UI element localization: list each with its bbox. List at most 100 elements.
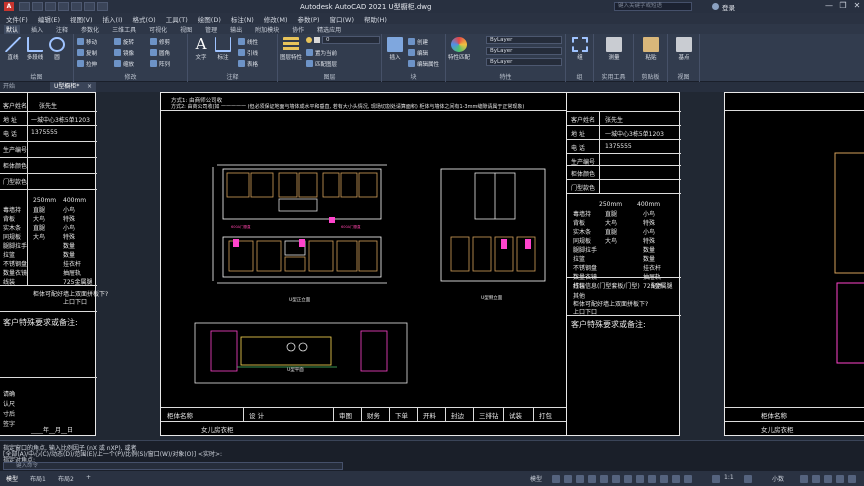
menu-window[interactable]: 窗口(W)	[329, 14, 354, 24]
circle-tool[interactable]: 圆	[46, 37, 68, 61]
insert-block-tool[interactable]: 插入	[384, 37, 406, 61]
set-current-tool[interactable]: 置为当前	[306, 48, 337, 57]
draw-panel-label[interactable]: 绘图	[0, 72, 73, 81]
restore-button[interactable]: ❐	[836, 0, 850, 13]
save-as-icon[interactable]	[58, 2, 69, 11]
quick-properties-icon[interactable]	[800, 475, 808, 483]
groups-panel-label[interactable]: 组	[566, 72, 593, 81]
tab-annotate[interactable]: 注释	[54, 25, 70, 34]
menu-tools[interactable]: 工具(T)	[166, 14, 188, 24]
color-dropdown[interactable]: ByLayer	[486, 36, 562, 44]
line-tool[interactable]: 直线	[2, 37, 24, 61]
search-input[interactable]: 键入关键字或短语	[614, 2, 692, 11]
tab-featured-apps[interactable]: 精选应用	[315, 25, 343, 34]
sun-icon[interactable]	[314, 37, 320, 43]
layer-properties-tool[interactable]: 图层特性	[280, 37, 302, 61]
save-icon[interactable]	[45, 2, 56, 11]
add-layout-button[interactable]: +	[86, 474, 91, 481]
tab-manage[interactable]: 管理	[203, 25, 219, 34]
model-space-label[interactable]: 模型	[530, 474, 542, 483]
menu-view[interactable]: 视图(V)	[70, 14, 93, 24]
properties-panel-label[interactable]: 特性	[446, 72, 565, 81]
edit-block-tool[interactable]: 编辑	[408, 48, 428, 57]
lineweight-dropdown[interactable]: ByLayer	[486, 58, 562, 66]
annotation-monitor-icon[interactable]	[684, 475, 692, 483]
copy-tool[interactable]: 复制	[77, 48, 97, 57]
tab-output[interactable]: 输出	[228, 25, 244, 34]
menu-dimension[interactable]: 标注(N)	[231, 14, 254, 24]
isolate-objects-icon[interactable]	[812, 475, 820, 483]
tab-addins[interactable]: 附加模块	[253, 25, 281, 34]
rotate-tool[interactable]: 旋转	[114, 37, 134, 46]
menu-format[interactable]: 格式(O)	[133, 14, 156, 24]
view-panel-label[interactable]: 视图	[668, 72, 699, 81]
menu-parametric[interactable]: 参数(P)	[297, 14, 319, 24]
tab-collaborate[interactable]: 协作	[290, 25, 306, 34]
close-button[interactable]: ✕	[850, 0, 864, 13]
tab-parametric[interactable]: 参数化	[79, 25, 101, 34]
utilities-panel-label[interactable]: 实用工具	[594, 72, 633, 81]
block-panel-label[interactable]: 块	[382, 72, 445, 81]
move-tool[interactable]: 移动	[77, 37, 97, 46]
menu-draw[interactable]: 绘图(D)	[198, 14, 221, 24]
leader-tool[interactable]: 引线	[238, 48, 258, 57]
menu-file[interactable]: 文件(F)	[6, 14, 28, 24]
annotation-panel-label[interactable]: 注释	[188, 72, 277, 81]
open-icon[interactable]	[32, 2, 43, 11]
fillet-tool[interactable]: 圆角	[150, 48, 170, 57]
gizmo-icon[interactable]	[672, 475, 680, 483]
menu-modify[interactable]: 修改(M)	[264, 14, 288, 24]
group-tool[interactable]: 组	[569, 37, 591, 61]
scale-label[interactable]: 1:1	[724, 474, 734, 481]
table-tool[interactable]: 表格	[238, 59, 258, 68]
osnap-icon[interactable]	[600, 475, 608, 483]
sign-in-link[interactable]: 登录	[722, 2, 735, 12]
mirror-tool[interactable]: 镜像	[114, 48, 134, 57]
tab-3d-tools[interactable]: 三维工具	[110, 25, 138, 34]
scale-tool[interactable]: 缩放	[114, 59, 134, 68]
layers-panel-label[interactable]: 图层	[278, 72, 381, 81]
polar-icon[interactable]	[588, 475, 596, 483]
undo-icon[interactable]	[84, 2, 95, 11]
transparency-icon[interactable]	[624, 475, 632, 483]
trim-tool[interactable]: 修剪	[150, 37, 170, 46]
autocad-logo[interactable]: A	[0, 0, 18, 13]
basepoint-tool[interactable]: 基点	[673, 37, 695, 61]
customization-icon[interactable]	[848, 475, 856, 483]
minimize-button[interactable]: —	[822, 0, 836, 13]
ucs-icon[interactable]	[660, 475, 668, 483]
lightbulb-icon[interactable]	[306, 37, 312, 43]
tab-layout1[interactable]: 布局1	[30, 474, 46, 483]
match-properties-tool[interactable]: 特性匹配	[448, 37, 470, 61]
clean-screen-icon[interactable]	[836, 475, 844, 483]
layer-dropdown[interactable]: 0	[322, 36, 380, 44]
tab-insert[interactable]: 插入	[29, 25, 45, 34]
ortho-icon[interactable]	[576, 475, 584, 483]
tab-model[interactable]: 模型	[6, 474, 18, 483]
tab-default[interactable]: 默认	[4, 24, 21, 34]
array-tool[interactable]: 阵列	[150, 59, 170, 68]
tab-visualize[interactable]: 可视化	[147, 25, 169, 34]
linetype-dropdown[interactable]: ByLayer	[486, 47, 562, 55]
linear-dim-tool[interactable]: 线性	[238, 37, 258, 46]
menu-edit[interactable]: 编辑(E)	[38, 14, 60, 24]
hardware-acceleration-icon[interactable]	[824, 475, 832, 483]
annotation-scale-icon[interactable]	[712, 475, 720, 483]
modify-panel-label[interactable]: 修改	[74, 72, 187, 81]
selection-cycle-icon[interactable]	[636, 475, 644, 483]
tab-layout2[interactable]: 布局2	[58, 474, 74, 483]
stretch-tool[interactable]: 拉伸	[77, 59, 97, 68]
text-tool[interactable]: A 文字	[190, 37, 212, 62]
polyline-tool[interactable]: 多段线	[24, 37, 46, 61]
drawing-canvas[interactable]: 客户姓名 张先生 地 址 一城中心3栋5单1203 电 话 1375555 生产…	[0, 92, 864, 440]
plot-icon[interactable]	[71, 2, 82, 11]
lineweight-icon[interactable]	[612, 475, 620, 483]
command-input[interactable]: 键入命令	[3, 462, 343, 470]
edit-attribute-tool[interactable]: 编辑属性	[408, 59, 439, 68]
units-label[interactable]: 小数	[772, 474, 784, 483]
clipboard-panel-label[interactable]: 剪贴板	[634, 72, 667, 81]
grid-icon[interactable]	[552, 475, 560, 483]
workspace-gear-icon[interactable]	[744, 475, 752, 483]
3dosnap-icon[interactable]	[648, 475, 656, 483]
paste-tool[interactable]: 粘贴	[640, 37, 662, 61]
